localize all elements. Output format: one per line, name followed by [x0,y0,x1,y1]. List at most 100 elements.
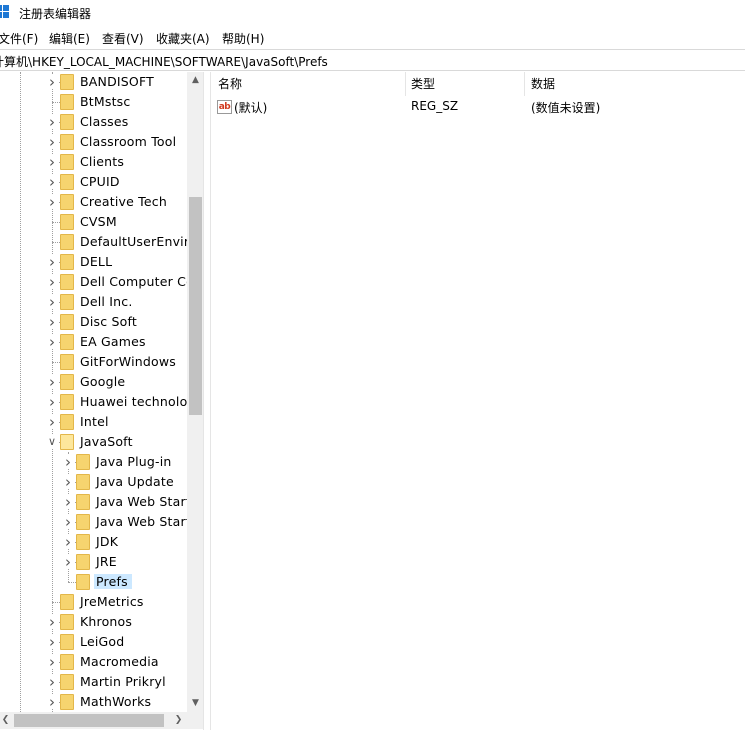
address-bar[interactable]: 计算机\HKEY_LOCAL_MACHINE\SOFTWARE\JavaSoft… [0,49,745,71]
tree-item[interactable]: › Google [0,372,187,392]
chevron-right-icon[interactable]: › [62,475,74,490]
tree-item[interactable]: JreMetrics [0,592,187,612]
tree-item[interactable]: › Disc Soft [0,312,187,332]
tree-item[interactable]: Prefs [0,572,187,592]
chevron-right-icon[interactable]: › [62,455,74,470]
tree-item-label[interactable]: EA Games [80,334,146,349]
tree-horizontal-scroll-thumb[interactable] [14,714,164,727]
tree-item-label[interactable]: JreMetrics [80,594,144,609]
chevron-right-icon[interactable]: › [46,395,58,410]
menu-view[interactable]: 查看(V) [102,30,144,47]
tree-horizontal-scrollbar[interactable]: ❮ ❯ [0,712,187,729]
tree-item-label[interactable]: BANDISOFT [80,74,154,89]
tree-item-label[interactable]: Classes [80,114,129,129]
chevron-right-icon[interactable]: › [46,415,58,430]
pane-splitter[interactable] [204,72,211,730]
chevron-right-icon[interactable]: › [62,495,74,510]
chevron-right-icon[interactable]: › [46,695,58,710]
tree-item-label[interactable]: JavaSoft [80,434,133,449]
tree-item-label[interactable]: CPUID [80,174,120,189]
tree-item[interactable]: › Classes [0,112,187,132]
tree-item[interactable]: › Huawei technologi [0,392,187,412]
scroll-left-arrow-icon[interactable]: ❮ [0,712,14,729]
tree-item[interactable]: › Khronos [0,612,187,632]
tree-item[interactable]: › DELL [0,252,187,272]
tree-item-label[interactable]: Clients [80,154,124,169]
tree-item-label[interactable]: GitForWindows [80,354,176,369]
tree-item[interactable]: › JRE [0,552,187,572]
chevron-right-icon[interactable]: › [46,255,58,270]
chevron-right-icon[interactable]: › [46,655,58,670]
tree-item[interactable]: › CPUID [0,172,187,192]
tree-item-label[interactable]: BtMstsc [80,94,130,109]
tree-item-label[interactable]: Java Web Start [96,514,187,529]
menu-favorites[interactable]: 收藏夹(A) [156,30,210,47]
tree-item-label[interactable]: Dell Computer Cor [80,274,187,289]
chevron-right-icon[interactable]: › [46,635,58,650]
tree-item[interactable]: ∨ JavaSoft [0,432,187,452]
chevron-right-icon[interactable]: › [62,535,74,550]
tree-item-label[interactable]: Java Plug-in [96,454,172,469]
tree-item-label[interactable]: Java Web Start [96,494,187,509]
values-list-pane[interactable]: 名称 类型 数据 ab (默认) REG_SZ (数值未设置) [211,72,745,730]
tree-item[interactable]: › Java Web Start [0,512,187,532]
chevron-right-icon[interactable]: › [62,515,74,530]
key-tree[interactable]: › BANDISOFT BtMstsc › Classes › Classroom Tool… [0,72,187,712]
column-header-type[interactable]: 类型 [404,72,525,96]
tree-item[interactable]: CVSM [0,212,187,232]
tree-item[interactable]: › Macromedia [0,652,187,672]
tree-vertical-scrollbar[interactable]: ▲ ▼ [187,72,203,712]
chevron-right-icon[interactable]: › [46,295,58,310]
chevron-right-icon[interactable]: › [46,315,58,330]
tree-item[interactable]: › EA Games [0,332,187,352]
tree-item-label[interactable]: Dell Inc. [80,294,133,309]
scroll-down-arrow-icon[interactable]: ▼ [187,695,203,712]
tree-item[interactable]: › LeiGod [0,632,187,652]
tree-item-label[interactable]: Khronos [80,614,132,629]
tree-item[interactable]: › Java Web Start [0,492,187,512]
tree-item-label[interactable]: Huawei technologi [80,394,187,409]
tree-item[interactable]: GitForWindows [0,352,187,372]
tree-item[interactable]: › Martin Prikryl [0,672,187,692]
tree-item[interactable]: › Java Plug-in [0,452,187,472]
chevron-right-icon[interactable]: › [46,135,58,150]
tree-item-label[interactable]: JRE [96,554,117,569]
tree-item-label[interactable]: CVSM [80,214,117,229]
chevron-right-icon[interactable]: › [46,375,58,390]
tree-item-label[interactable]: Intel [80,414,109,429]
key-tree-pane[interactable]: › BANDISOFT BtMstsc › Classes › Classroom Tool… [0,72,204,730]
tree-item[interactable]: › Clients [0,152,187,172]
menu-help[interactable]: 帮助(H) [222,30,264,47]
chevron-right-icon[interactable]: › [46,335,58,350]
tree-item[interactable]: › JDK [0,532,187,552]
tree-item[interactable]: › Classroom Tool [0,132,187,152]
chevron-right-icon[interactable]: › [62,555,74,570]
tree-item[interactable]: › Dell Inc. [0,292,187,312]
chevron-right-icon[interactable]: › [46,195,58,210]
tree-item[interactable]: › BANDISOFT [0,72,187,92]
tree-item-label[interactable]: Creative Tech [80,194,167,209]
menu-edit[interactable]: 编辑(E) [49,30,90,47]
tree-item[interactable]: › Java Update [0,472,187,492]
column-header-name[interactable]: 名称 [211,72,406,96]
chevron-right-icon[interactable]: › [46,155,58,170]
tree-item-label[interactable]: MathWorks [80,694,151,709]
tree-item[interactable]: › Creative Tech [0,192,187,212]
tree-item[interactable]: DefaultUserEnviron [0,232,187,252]
tree-item-label[interactable]: LeiGod [80,634,124,649]
menu-file[interactable]: 文件(F) [0,30,38,47]
tree-item-label[interactable]: Disc Soft [80,314,137,329]
tree-vertical-scroll-thumb[interactable] [189,197,202,415]
chevron-right-icon[interactable]: › [46,275,58,290]
tree-item-label[interactable]: JDK [96,534,118,549]
chevron-right-icon[interactable]: › [46,75,58,90]
tree-item[interactable]: › MathWorks [0,692,187,712]
chevron-right-icon[interactable]: › [46,615,58,630]
tree-item-label[interactable]: DefaultUserEnviron [80,234,187,249]
tree-item-label[interactable]: Martin Prikryl [80,674,166,689]
tree-item[interactable]: › Intel [0,412,187,432]
value-row[interactable]: ab (默认) REG_SZ (数值未设置) [211,97,745,117]
tree-item-label[interactable]: Prefs [94,574,132,589]
tree-item[interactable]: › Dell Computer Cor [0,272,187,292]
column-header-data[interactable]: 数据 [524,72,745,96]
